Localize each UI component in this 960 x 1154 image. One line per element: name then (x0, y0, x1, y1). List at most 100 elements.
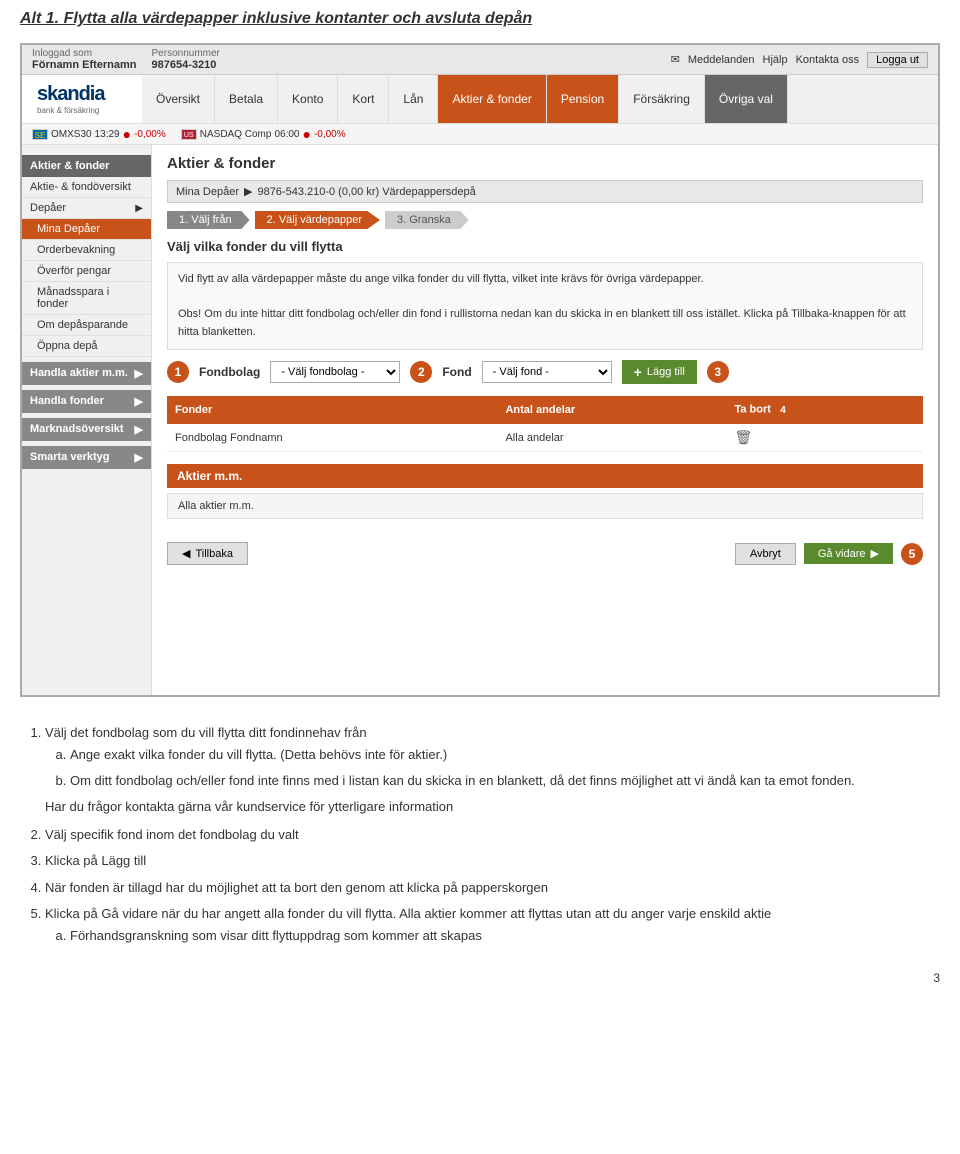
fond-select[interactable]: - Välj fond - (482, 361, 612, 383)
sidebar-header-handla-aktier[interactable]: Handla aktier m.m. ▶ (22, 362, 151, 385)
step-circle-3: 3 (707, 361, 729, 383)
sidebar-item-manadsspara[interactable]: Månadsspara i fonder (22, 282, 151, 315)
chevron-right-icon: ▶ (135, 395, 143, 408)
logged-in-name: Förnamn Efternamn (32, 59, 137, 71)
nav-ovriga-val[interactable]: Övriga val (705, 75, 788, 123)
body-item-1: Välj det fondbolag som du vill flytta di… (45, 722, 940, 818)
sidebar-label: Smarta verktyg (30, 451, 110, 464)
flag-us-icon: US (181, 129, 197, 140)
sidebar-label: Mina Depåer (37, 223, 100, 235)
sidebar-item-oppna-depa[interactable]: Öppna depå (22, 336, 151, 357)
person-num-value: 987654-3210 (152, 59, 220, 71)
section-title: Välj vilka fonder du vill flytta (167, 239, 923, 254)
left-arrow-icon: ◀ (182, 547, 190, 560)
content-area: Aktier & fonder Aktie- & fondöversikt De… (22, 145, 938, 695)
nasdaq-time: 06:00 (274, 129, 299, 140)
fund-selector-row: 1 Fondbolag - Välj fondbolag - 2 Fond - … (167, 360, 923, 384)
omxs30-time: 13:29 (95, 129, 120, 140)
skandia-logo: skandia bank & försäkring (37, 83, 104, 115)
chevron-right-icon: ▶ (135, 423, 143, 436)
step-circle-5: 5 (901, 543, 923, 565)
nav-lan[interactable]: Lån (389, 75, 438, 123)
lagg-till-label: Lägg till (647, 366, 685, 378)
lagg-till-button[interactable]: + Lägg till (622, 360, 697, 384)
depot-name: 9876-543.210-0 (0,00 kr) Värdepappersdep… (257, 186, 475, 198)
sidebar-label: Marknadsöversikt (30, 423, 124, 436)
nasdaq-value: -0,00% (314, 129, 346, 140)
nav-oversikt[interactable]: Översikt (142, 75, 215, 123)
info-text1: Vid flytt av alla värdepapper måste du a… (178, 271, 912, 289)
col-fonder: Fonder (167, 396, 497, 424)
sidebar-label: Öppna depå (37, 340, 98, 352)
nav-betala[interactable]: Betala (215, 75, 278, 123)
sidebar-item-mina-depaer[interactable]: Mina Depåer (22, 219, 151, 240)
ticker-bar: SE OMXS30 13:29 ● -0,00% US NASDAQ Comp … (22, 124, 938, 145)
aktier-value: Alla aktier m.m. (167, 493, 923, 519)
col-ta-bort: Ta bort 4 (726, 396, 923, 424)
logged-in-section: Inloggad som Förnamn Efternamn (32, 48, 137, 71)
flag-se-icon: SE (32, 129, 48, 140)
panel-title: Aktier & fonder (167, 155, 923, 172)
sidebar-header-smarta-verktyg[interactable]: Smarta verktyg ▶ (22, 446, 151, 469)
avbryt-button[interactable]: Avbryt (735, 543, 796, 565)
sidebar-label: Orderbevakning (37, 244, 115, 256)
nav-forsakring[interactable]: Försäkring (619, 75, 705, 123)
fondbolag-label: Fondbolag (199, 365, 260, 379)
sidebar-label: Månadsspara i fonder (37, 286, 143, 310)
cell-fondnamn: Fondbolag Fondnamn (167, 424, 497, 452)
top-bar-left: Inloggad som Förnamn Efternamn Personnum… (32, 48, 220, 71)
delete-button[interactable]: 🗑 (734, 429, 752, 446)
depot-label: Mina Depåer (176, 186, 239, 198)
nav-kort[interactable]: Kort (338, 75, 389, 123)
envelope-icon: ✉ (671, 53, 680, 66)
top-bar-right: ✉ Meddelanden Hjälp Kontakta oss Logga u… (671, 52, 928, 68)
nav-aktier-fonder[interactable]: Aktier & fonder (438, 75, 546, 123)
body-item-1b: Om ditt fondbolag och/eller fond inte fi… (70, 770, 940, 792)
right-arrow-icon: ▶ (871, 547, 879, 560)
logout-button[interactable]: Logga ut (867, 52, 928, 68)
step-circle-2: 2 (410, 361, 432, 383)
body-item-1a: Ange exakt vilka fonder du vill flytta. … (70, 744, 940, 766)
sidebar-label: Överför pengar (37, 265, 111, 277)
chevron-right-icon: ▶ (135, 451, 143, 464)
omxs30-indicator: ● (123, 126, 131, 142)
nav-pension[interactable]: Pension (547, 75, 619, 123)
ticker-omxs30: SE OMXS30 13:29 ● -0,00% (32, 126, 166, 142)
messages-link[interactable]: Meddelanden (688, 54, 755, 66)
sidebar-item-overfor-pengar[interactable]: Överför pengar (22, 261, 151, 282)
step-circle-1: 1 (167, 361, 189, 383)
step-3: 3. Granska (385, 211, 469, 229)
logo-nav-bar: skandia bank & försäkring Översikt Betal… (22, 75, 938, 124)
sidebar-item-om-depasparande[interactable]: Om depåsparande (22, 315, 151, 336)
page-number: 3 (0, 966, 960, 990)
tillbaka-button[interactable]: ◀ Tillbaka (167, 542, 248, 565)
col-antal: Antal andelar (497, 396, 726, 424)
main-panel: Aktier & fonder Mina Depåer ▶ 9876-543.2… (152, 145, 938, 695)
ga-vidare-button[interactable]: Gå vidare ▶ (804, 543, 893, 564)
steps-breadcrumb: 1. Välj från 2. Välj värdepapper 3. Gran… (167, 211, 923, 229)
info-box: Vid flytt av alla värdepapper måste du a… (167, 262, 923, 350)
body-item-3: Klicka på Lägg till (45, 850, 940, 872)
sidebar-item-depaer[interactable]: Depåer ▶ (22, 198, 151, 219)
sidebar-header-aktier: Aktier & fonder (22, 155, 151, 177)
aktier-header: Aktier m.m. (167, 464, 923, 488)
cell-delete: 🗑 (726, 424, 923, 452)
sidebar-label: Om depåsparande (37, 319, 128, 331)
contact-link[interactable]: Kontakta oss (796, 54, 860, 66)
logo-area: skandia bank & försäkring (22, 75, 142, 123)
step-2: 2. Välj värdepapper (255, 211, 380, 229)
chevron-right-icon: ▶ (135, 203, 143, 214)
nasdaq-name: NASDAQ Comp (200, 129, 272, 140)
sidebar-item-aktie-fondoversikt[interactable]: Aktie- & fondöversikt (22, 177, 151, 198)
right-buttons: Avbryt Gå vidare ▶ 5 (735, 543, 923, 565)
sidebar-item-orderbevakning[interactable]: Orderbevakning (22, 240, 151, 261)
fondbolag-select[interactable]: - Välj fondbolag - (270, 361, 400, 383)
main-nav: Översikt Betala Konto Kort Lån Aktier & … (142, 75, 938, 123)
body-item-1c: Har du frågor kontakta gärna vår kundser… (45, 796, 940, 818)
person-num-label: Personnummer (152, 48, 220, 59)
sidebar-header-marknadsoversikt[interactable]: Marknadsöversikt ▶ (22, 418, 151, 441)
nav-konto[interactable]: Konto (278, 75, 338, 123)
help-link[interactable]: Hjälp (763, 54, 788, 66)
ga-vidare-label: Gå vidare (818, 548, 866, 560)
sidebar-header-handla-fonder[interactable]: Handla fonder ▶ (22, 390, 151, 413)
